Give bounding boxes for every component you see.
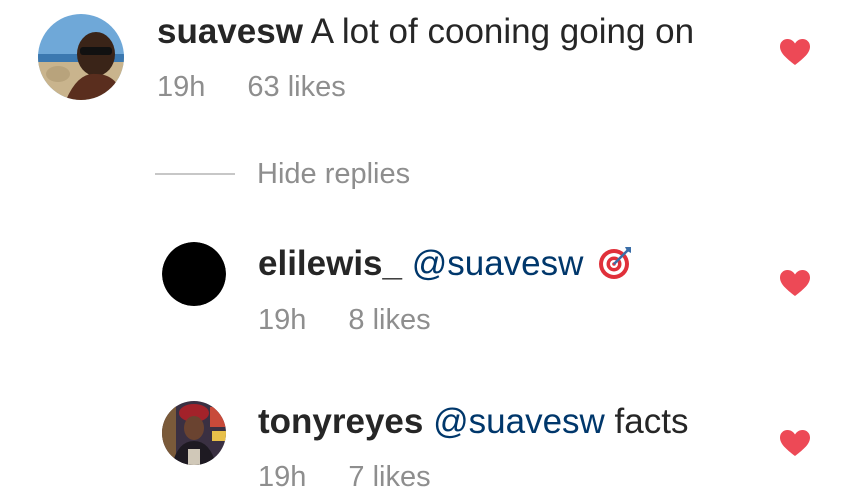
reply-mention-link[interactable]: @suavesw — [412, 244, 584, 283]
comment-line: suavesw A lot of cooning going on — [157, 12, 694, 52]
avatar[interactable] — [162, 401, 226, 465]
comment-item: suavesw A lot of cooning going on 19h 63 … — [0, 0, 847, 110]
reply-item: tonyreyes @suavesw facts 19h 7 likes — [0, 390, 847, 500]
hide-replies-label: Hide replies — [257, 157, 411, 190]
user-photo-avatar-icon — [38, 14, 124, 100]
reply-meta: 19h 8 likes — [258, 303, 431, 337]
comment-username[interactable]: suavesw — [157, 12, 303, 51]
reply-line: elilewis_ @suavesw — [258, 244, 633, 284]
heart-icon[interactable] — [780, 430, 810, 457]
reply-line: tonyreyes @suavesw facts — [258, 402, 688, 442]
reply-username[interactable]: tonyreyes — [258, 402, 423, 441]
reply-mention-link[interactable]: @suavesw — [433, 402, 605, 441]
reply-time: 19h — [258, 461, 307, 493]
avatar[interactable] — [38, 14, 124, 100]
comment-time: 19h — [157, 71, 206, 103]
black-circle-avatar-icon — [162, 242, 226, 306]
replies-divider — [155, 173, 235, 175]
comment-meta: 19h 63 likes — [157, 70, 346, 104]
reply-username[interactable]: elilewis_ — [258, 244, 402, 283]
direct-hit-icon — [599, 247, 632, 279]
avatar[interactable] — [162, 242, 226, 306]
reply-likes-link[interactable]: 8 likes — [348, 304, 430, 336]
reply-item: elilewis_ @suavesw 19h 8 likes — [0, 230, 847, 340]
user-photo-avatar-icon — [162, 401, 226, 465]
hide-replies-button[interactable]: Hide replies — [155, 154, 410, 194]
comment-likes-link[interactable]: 63 likes — [247, 71, 345, 103]
reply-meta: 19h 7 likes — [258, 460, 431, 494]
reply-text: facts — [614, 402, 689, 441]
reply-likes-link[interactable]: 7 likes — [348, 461, 430, 493]
reply-time: 19h — [258, 304, 307, 336]
heart-icon[interactable] — [780, 39, 810, 66]
heart-icon[interactable] — [780, 270, 810, 297]
comment-text: A lot of cooning going on — [310, 12, 695, 51]
